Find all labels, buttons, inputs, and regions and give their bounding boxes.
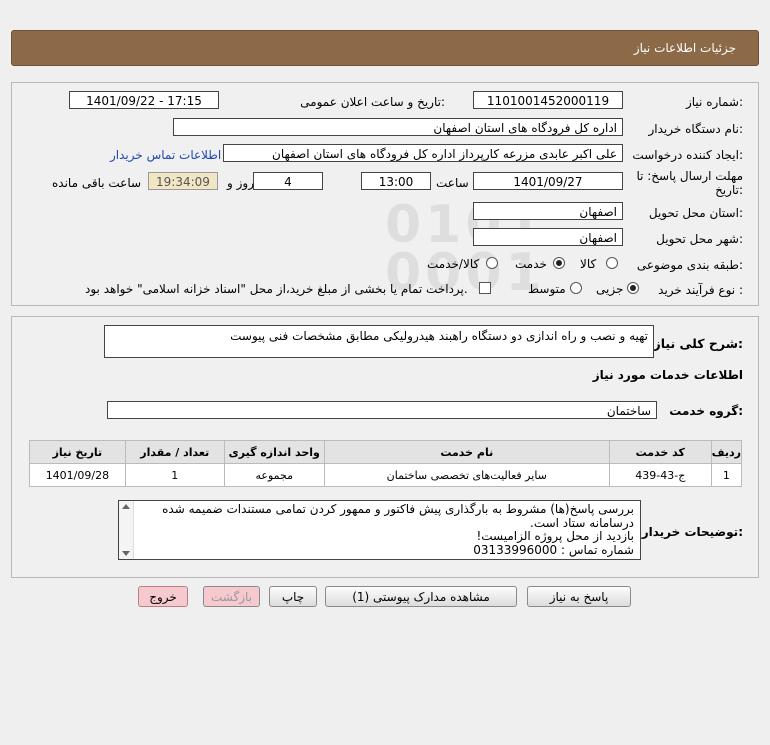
deadline-time-label: ساعت (436, 176, 469, 190)
purchase-option-medium: متوسط (528, 282, 566, 296)
purchase-type-label: نوع فرآیند خرید : (658, 283, 743, 297)
col-row-number: ردیف (710, 440, 743, 464)
need-info-panel (11, 82, 759, 306)
cell-service-name: سایر فعالیت‌های تخصصی ساختمان (323, 463, 610, 487)
general-desc-field: تهیه و نصب و راه اندازی دو دستگاه راهبند… (104, 325, 654, 358)
col-unit: واحد اندازه گیری (223, 440, 325, 464)
view-attachments-button[interactable]: مشاهده مدارک پیوستی (1) (325, 586, 517, 607)
service-group-label: گروه خدمت: (669, 404, 743, 418)
services-table: ردیف کد خدمت نام خدمت واحد اندازه گیری ت… (29, 440, 743, 487)
exit-button[interactable]: خروج (138, 586, 188, 607)
cell-need-date: 1401/09/28 (29, 463, 126, 487)
announce-date-field: 1401/09/22 - 17:15 (69, 91, 219, 109)
purchase-radio-minor[interactable] (627, 282, 639, 294)
table-row: 1 ج-43-439 سایر فعالیت‌های تخصصی ساختمان… (29, 463, 743, 487)
creator-field: علی اکبر عابدی مزرعه کارپرداز اداره کل ف… (223, 144, 623, 162)
col-service-code: کد خدمت (608, 440, 712, 464)
treasury-note: پرداخت تمام یا بخشی از مبلغ خرید،از محل … (85, 282, 468, 296)
purchase-radio-medium[interactable] (570, 282, 582, 294)
buyer-notes-textarea[interactable]: بررسی پاسخ(ها) مشروط به بارگذاری پیش فاک… (118, 500, 641, 560)
announce-date-label: تاریخ و ساعت اعلان عمومی: (300, 95, 445, 109)
remaining-time-display: 19:34:09 (148, 172, 218, 190)
general-desc-label: شرح کلی نیاز: (653, 336, 744, 351)
col-quantity: تعداد / مقدار (124, 440, 225, 464)
cell-unit: مجموعه (223, 463, 325, 487)
buyer-org-label: نام دستگاه خریدار: (648, 122, 744, 136)
buyer-contact-link[interactable]: اطلاعات تماس خریدار (110, 148, 221, 162)
col-need-date: تاریخ نیاز (29, 440, 126, 464)
purchase-option-minor: جزیی (596, 282, 624, 296)
scroll-up-icon[interactable] (122, 504, 130, 509)
cell-service-code: ج-43-439 (608, 463, 712, 487)
city-label: شهر محل تحویل: (656, 232, 743, 246)
cell-quantity: 1 (124, 463, 225, 487)
notes-line-4: شماره تماس : 03133996000 (473, 542, 634, 557)
category-radio-service[interactable] (553, 257, 565, 269)
notes-line-3: بازدید از محل پروژه الزامیست! (476, 529, 634, 543)
need-number-label: شماره نیاز: (685, 95, 743, 109)
province-field: اصفهان (473, 202, 623, 220)
buyer-notes-label: توضیحات خریدار: (641, 525, 743, 539)
page-title: جزئیات اطلاعات نیاز (633, 41, 736, 55)
category-option-service: خدمت (515, 257, 547, 271)
treasury-checkbox[interactable] (479, 282, 491, 294)
category-radio-goods[interactable] (606, 257, 618, 269)
deadline-time-field: 13:00 (361, 172, 431, 190)
page-header: جزئیات اطلاعات نیاز (11, 30, 759, 66)
creator-label: ایجاد کننده درخواست: (632, 148, 743, 162)
category-radio-goods-service[interactable] (486, 257, 498, 269)
table-header-row: ردیف کد خدمت نام خدمت واحد اندازه گیری ت… (29, 440, 743, 464)
notes-scrollbar[interactable] (119, 501, 134, 559)
category-option-goods: کالا (580, 257, 597, 271)
buyer-org-field: اداره کل فرودگاه های استان اصفهان (173, 118, 623, 136)
deadline-label-date: تاریخ: (715, 183, 743, 197)
remaining-days-label: روز و (227, 176, 254, 190)
print-button[interactable]: چاپ (269, 586, 317, 607)
notes-line-2: درسامانه ستاد است. (530, 515, 634, 530)
category-label: طبقه بندی موضوعی: (636, 258, 743, 272)
deadline-date-field: 1401/09/27 (473, 172, 623, 190)
cell-row-number: 1 (710, 463, 743, 487)
remaining-days-field: 4 (253, 172, 323, 190)
reply-button[interactable]: پاسخ به نیاز (527, 586, 631, 607)
back-button[interactable]: بازگشت (203, 586, 260, 607)
remaining-time-label: ساعت باقی مانده (52, 176, 142, 190)
col-service-name: نام خدمت (323, 440, 610, 464)
province-label: استان محل تحویل: (648, 206, 743, 220)
services-section-title: اطلاعات خدمات مورد نیاز (592, 368, 743, 382)
deadline-label: مهلت ارسال پاسخ: تا (636, 169, 743, 183)
scroll-down-icon[interactable] (122, 551, 130, 556)
category-option-goods-service: کالا/خدمت (427, 257, 480, 271)
notes-line-1: بررسی پاسخ(ها) مشروط به بارگذاری پیش فاک… (162, 502, 634, 516)
need-number-field: 1101001452000119 (473, 91, 623, 109)
service-group-field: ساختمان (107, 401, 657, 419)
city-field: اصفهان (473, 228, 623, 246)
